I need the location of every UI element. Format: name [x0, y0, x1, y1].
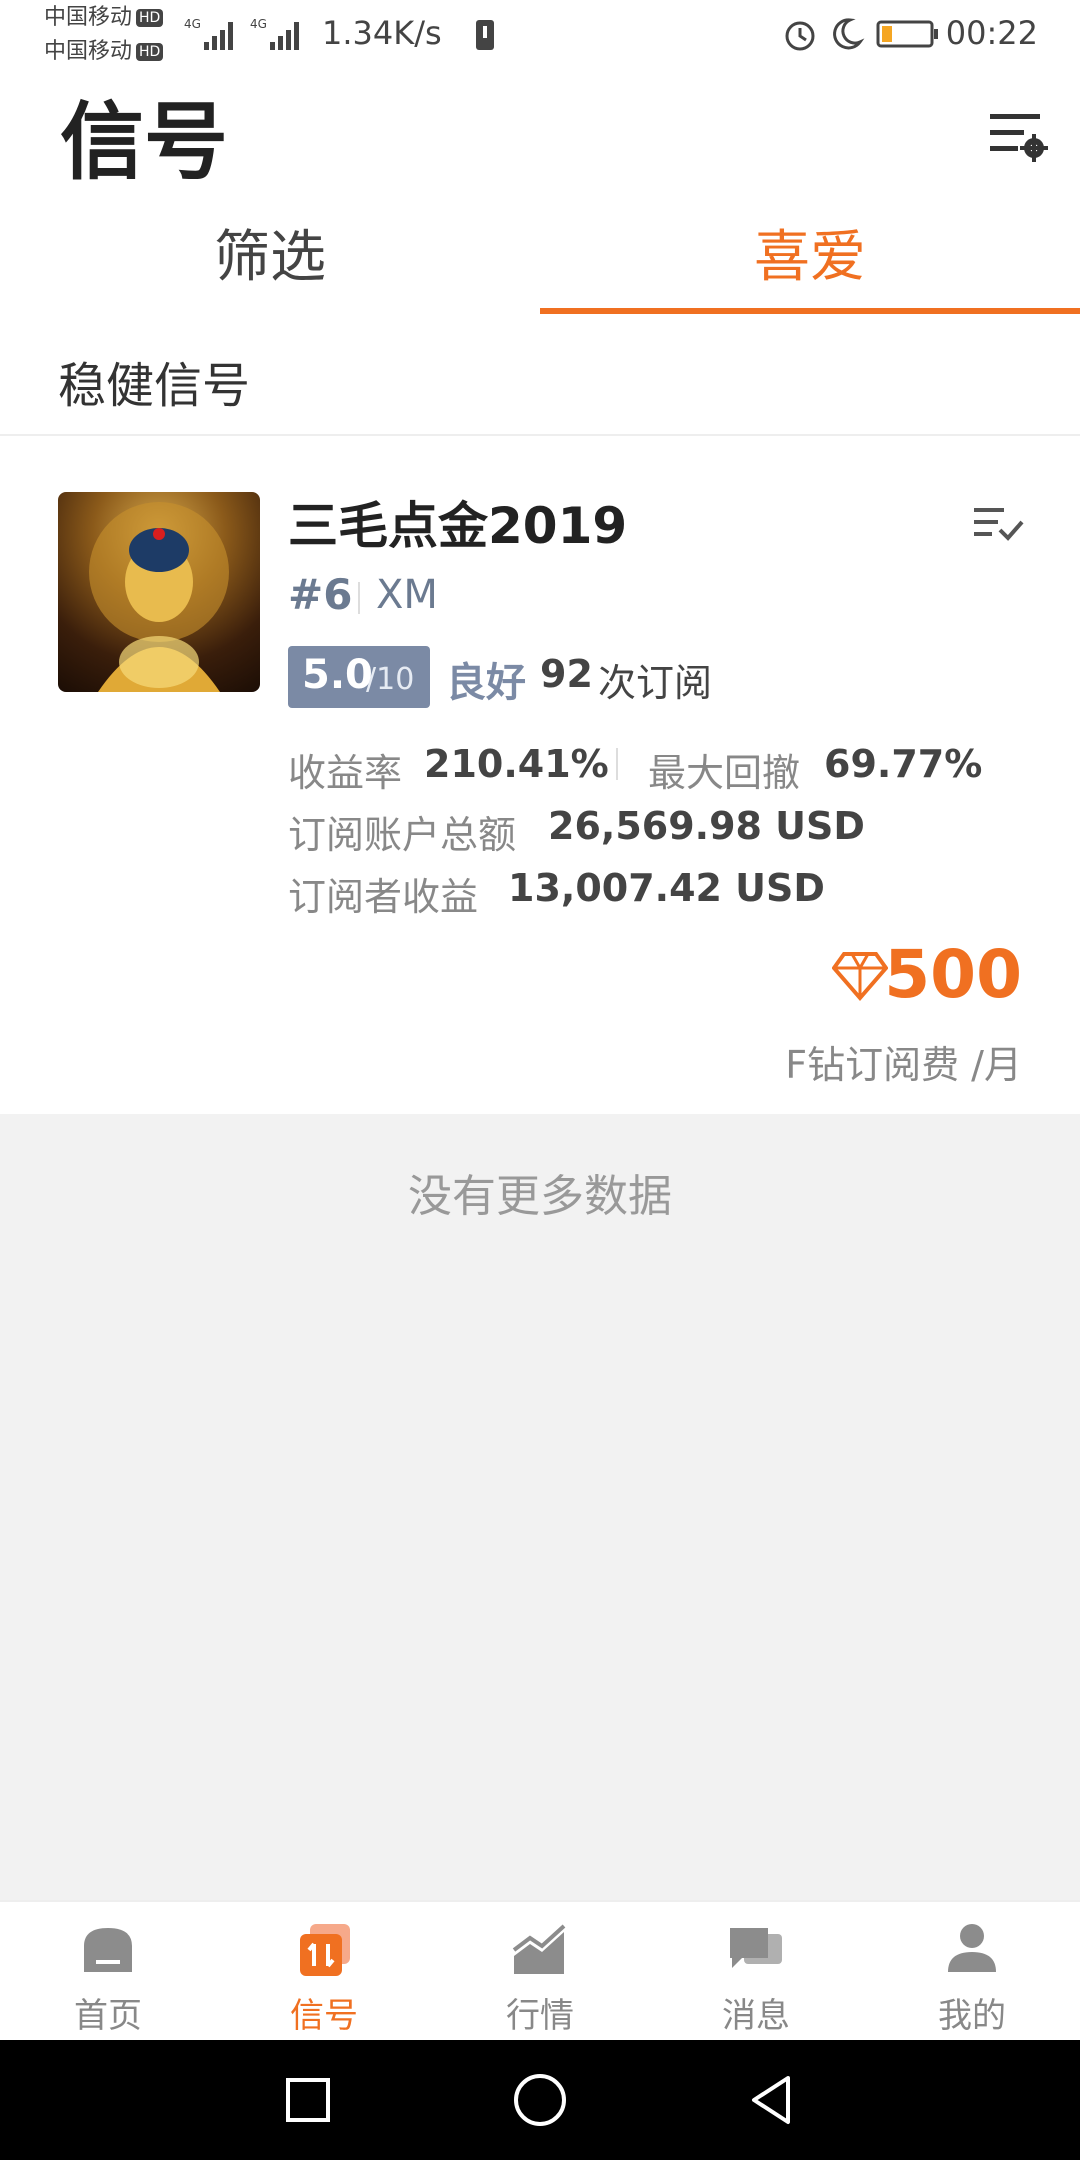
- carrier-2: 中国移动 HD: [44, 40, 164, 64]
- return-label: 收益率: [288, 751, 403, 795]
- nav-messages[interactable]: 消息: [648, 1914, 864, 2038]
- nav-profile-label: 我的: [938, 1996, 1006, 2036]
- signal-card[interactable]: 三毛点金2019 #6 XM 5.0 /10 良好 92 次订阅 收益率 210…: [0, 436, 1080, 1114]
- battery-icon: [876, 20, 938, 48]
- tab-filter[interactable]: 筛选: [0, 212, 540, 304]
- favorite-list-check-icon[interactable]: [970, 496, 1026, 552]
- drawdown-label: 最大回撤: [648, 751, 801, 795]
- notification-icon: [476, 20, 494, 50]
- signal-strength-icon-2: 4G: [250, 17, 299, 50]
- divider: [358, 582, 360, 614]
- buddha-image: [89, 502, 229, 692]
- page-title: 信号: [60, 93, 229, 191]
- nav-signal[interactable]: 信号: [216, 1914, 432, 2038]
- status-bar: 中国移动 HD 中国移动 HD 4G 4G 1.34K/s 00:22: [0, 0, 1080, 72]
- recent-apps-icon[interactable]: [278, 2070, 338, 2130]
- signal-strength-icon: 4G: [184, 17, 233, 50]
- divider: [616, 748, 618, 780]
- subscription-total-label: 订阅账户总额: [288, 813, 517, 857]
- subscription-count: 92: [540, 652, 593, 696]
- network-speed: 1.34K/s: [322, 14, 442, 52]
- bottom-nav: 首页 信号 行情 消息 我的: [0, 1900, 1080, 2042]
- price-label: F钻订阅费 /月: [785, 1043, 1022, 1087]
- nav-home[interactable]: 首页: [0, 1914, 216, 2038]
- nav-profile[interactable]: 我的: [864, 1914, 1080, 2038]
- score-max: /10: [366, 662, 415, 697]
- subscription-total-value: 26,569.98 USD: [548, 804, 865, 848]
- moon-icon: [833, 18, 865, 50]
- signal-avatar: [58, 492, 260, 692]
- svg-text:4G: 4G: [250, 17, 267, 31]
- alarm-icon: [785, 21, 815, 51]
- drawdown-value: 69.77%: [824, 742, 983, 786]
- clock: 00:22: [945, 14, 1038, 52]
- subscription-label: 次订阅: [598, 661, 713, 705]
- score-value: 5.0: [302, 652, 373, 698]
- nav-messages-label: 消息: [722, 1996, 790, 2036]
- no-more-data: 没有更多数据: [408, 1171, 672, 1222]
- score-badge: 5.0 /10: [288, 646, 430, 708]
- nav-market-label: 行情: [506, 1996, 574, 2036]
- rating-text: 良好: [446, 660, 526, 706]
- header: 信号 筛选 喜爱: [0, 72, 1080, 316]
- diamond-icon: [832, 952, 888, 1002]
- svg-text:4G: 4G: [184, 17, 201, 31]
- nav-signal-label: 信号: [290, 1996, 358, 2036]
- chart-icon: [512, 1924, 566, 1974]
- nav-market[interactable]: 行情: [432, 1914, 648, 2038]
- section-title: 稳健信号: [58, 358, 251, 414]
- profile-icon: [948, 1924, 996, 1972]
- signal-icon: [300, 1924, 350, 1976]
- section-header: 稳健信号: [0, 316, 1080, 436]
- signal-name[interactable]: 三毛点金2019: [288, 486, 627, 558]
- price-value: 500: [884, 936, 1022, 1013]
- return-value: 210.41%: [424, 742, 609, 786]
- back-icon[interactable]: [742, 2070, 802, 2130]
- home-circle-icon[interactable]: [510, 2070, 570, 2130]
- subscriber-profit-label: 订阅者收益: [288, 875, 479, 919]
- home-icon: [84, 1928, 132, 1972]
- filter-settings-icon[interactable]: [982, 100, 1052, 170]
- carrier-1: 中国移动 HD: [44, 6, 164, 30]
- tab-indicator: [540, 308, 1080, 314]
- signal-rank: #6: [288, 570, 353, 619]
- system-nav-bar: [0, 2040, 1080, 2160]
- tab-favorites[interactable]: 喜爱: [540, 212, 1080, 304]
- subscriber-profit-value: 13,007.42 USD: [508, 866, 825, 910]
- broker-name: XM: [376, 572, 438, 618]
- message-icon: [730, 1928, 782, 1968]
- nav-home-label: 首页: [74, 1996, 142, 2036]
